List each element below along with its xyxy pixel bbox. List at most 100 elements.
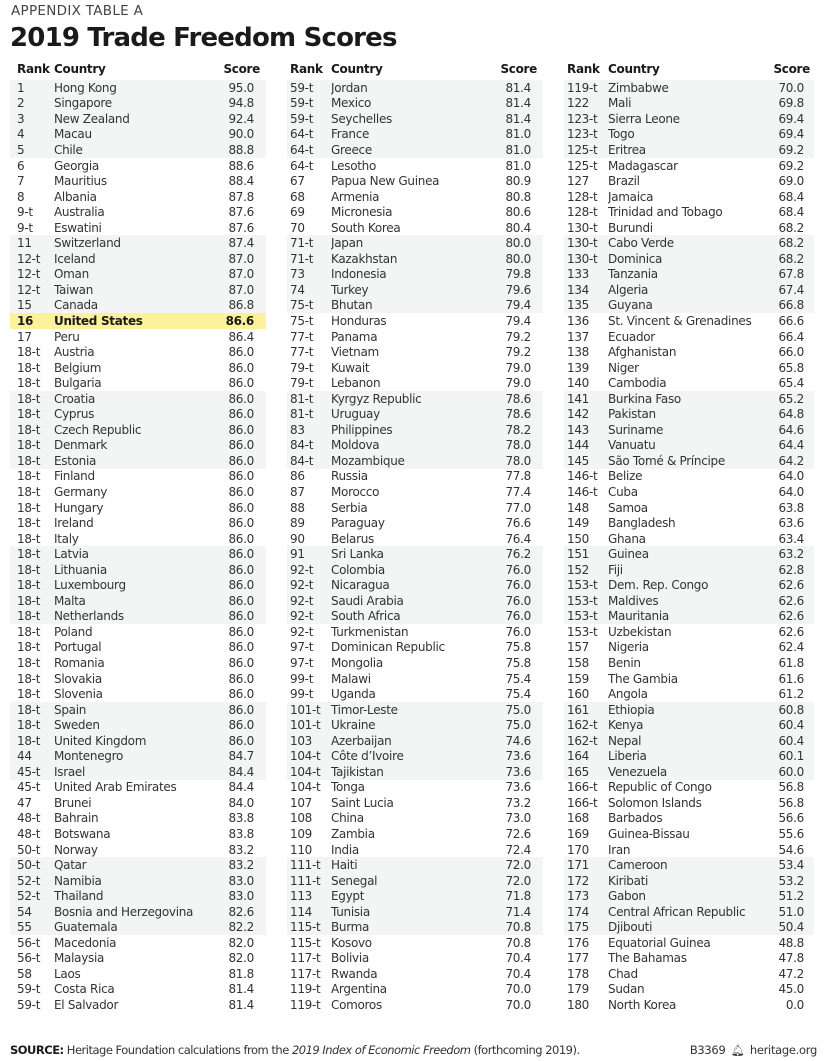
score-cell: 83.8 — [228, 811, 254, 826]
country-cell: Trinidad and Tobago — [608, 205, 723, 220]
table-row: 151 Guinea 63.2 — [564, 546, 814, 562]
table-row: 47 Brunei 84.0 — [10, 795, 266, 811]
table-row: 11 Switzerland 87.4 — [10, 235, 266, 252]
country-cell: Argentina — [331, 982, 387, 997]
country-cell: Namibia — [54, 873, 102, 888]
score-cell: 86.0 — [228, 516, 254, 531]
score-cell: 79.2 — [505, 329, 531, 344]
country-cell: Micronesia — [331, 205, 393, 220]
rank-cell: 151 — [567, 547, 590, 562]
country-cell: Montenegro — [54, 749, 124, 764]
rank-cell: 59-t — [17, 982, 41, 997]
table-row: 111-t Haiti 72.0 — [287, 857, 543, 873]
rank-cell: 152 — [567, 562, 590, 577]
rank-cell: 115-t — [290, 920, 321, 935]
rank-cell: 109 — [290, 827, 313, 842]
table-row: 164 Liberia 60.1 — [564, 748, 814, 765]
rank-cell: 64-t — [290, 127, 314, 142]
rank-cell: 18-t — [17, 484, 41, 499]
table-row: 125-t Eritrea 69.2 — [564, 142, 814, 158]
score-cell: 75.4 — [505, 671, 531, 686]
rank-cell: 153-t — [567, 609, 598, 624]
score-cell: 77.0 — [505, 500, 531, 515]
country-cell: Spain — [54, 702, 87, 717]
rank-cell: 99-t — [290, 687, 314, 702]
score-cell: 86.0 — [228, 671, 254, 686]
country-cell: Kenya — [608, 718, 644, 733]
table-row: 81-t Uruguay 78.6 — [287, 406, 543, 423]
country-cell: Zimbabwe — [608, 80, 669, 95]
table-row: 79-t Kuwait 79.0 — [287, 360, 543, 376]
country-cell: Croatia — [54, 391, 96, 406]
country-cell: Republic of Congo — [608, 780, 712, 795]
country-cell: Mauritania — [608, 609, 669, 624]
rank-cell: 8 — [17, 189, 25, 204]
score-cell: 68.2 — [778, 236, 804, 251]
table-row: 12-t Iceland 87.0 — [10, 251, 266, 267]
country-cell: Albania — [54, 189, 97, 204]
rank-cell: 170 — [567, 842, 590, 857]
score-cell: 68.2 — [778, 220, 804, 235]
table-row: 44 Montenegro 84.7 — [10, 748, 266, 765]
country-cell: Bhutan — [331, 298, 373, 313]
score-cell: 65.2 — [778, 391, 804, 406]
country-cell: Ukraine — [331, 718, 376, 733]
score-cell: 82.6 — [228, 904, 254, 919]
table-row: 99-t Malawi 75.4 — [287, 671, 543, 687]
country-cell: Japan — [331, 236, 363, 251]
score-cell: 86.0 — [228, 656, 254, 670]
country-cell: Sudan — [608, 982, 645, 997]
score-cell: 72.0 — [505, 873, 531, 888]
rank-cell: 128-t — [567, 189, 598, 204]
country-cell: Tajikistan — [331, 764, 384, 779]
country-cell: Vietnam — [331, 345, 379, 360]
country-cell: Belgium — [54, 360, 102, 375]
country-cell: Hong Kong — [54, 80, 117, 95]
country-cell: Egypt — [331, 889, 365, 904]
country-cell: Tanzania — [608, 267, 658, 282]
rank-cell: 180 — [567, 998, 590, 1013]
table-row: 18-t Slovenia 86.0 — [10, 686, 266, 702]
table-row: 176 Equatorial Guinea 48.8 — [564, 935, 814, 951]
site-link[interactable]: heritage.org — [750, 1043, 817, 1057]
rank-cell: 75-t — [290, 298, 314, 313]
country-cell: Dominica — [608, 251, 663, 266]
country-cell: Haiti — [331, 858, 358, 873]
table-row: 18-t Malta 86.0 — [10, 593, 266, 609]
score-cell: 75.0 — [505, 718, 531, 733]
rank-cell: 165 — [567, 764, 590, 779]
rank-cell: 161 — [567, 702, 590, 717]
country-cell: Laos — [54, 966, 81, 981]
rank-cell: 146-t — [567, 469, 598, 484]
score-cell: 74.6 — [505, 733, 531, 748]
country-cell: Guatemala — [54, 920, 118, 935]
country-cell: Zambia — [331, 827, 375, 842]
score-cell: 76.0 — [505, 562, 531, 577]
table-row: 3 New Zealand 92.4 — [10, 111, 266, 127]
score-cell: 76.2 — [505, 547, 531, 562]
score-cell: 87.8 — [228, 189, 254, 204]
rank-cell: 47 — [17, 795, 32, 810]
country-cell: Central African Republic — [608, 904, 746, 919]
report-id: B3369 — [689, 1043, 726, 1057]
rank-cell: 50-t — [17, 858, 41, 873]
table-row: 92-t Turkmenistan 76.0 — [287, 624, 543, 640]
rank-cell: 115-t — [290, 935, 321, 950]
country-cell: Latvia — [54, 547, 89, 562]
table-row: 59-t El Salvador 81.4 — [10, 997, 266, 1013]
table-row: 149 Bangladesh 63.6 — [564, 515, 814, 531]
score-cell: 60.1 — [778, 749, 804, 764]
score-cell: 81.0 — [505, 158, 531, 173]
table-row: 18-t Lithuania 86.0 — [10, 561, 266, 578]
rank-cell: 136 — [567, 313, 590, 328]
table-row: 97-t Dominican Republic 75.8 — [287, 640, 543, 656]
table-row: 150 Ghana 63.4 — [564, 531, 814, 547]
score-cell: 45.0 — [778, 982, 804, 997]
table-row: 74 Turkey 79.6 — [287, 282, 543, 298]
table-row: 18-t Denmark 86.0 — [10, 437, 266, 454]
credit: B3369 🔔︎ heritage.org — [690, 1043, 817, 1057]
rank-cell: 97-t — [290, 640, 314, 655]
score-cell: 68.4 — [778, 189, 804, 204]
table-row: 142 Pakistan 64.8 — [564, 406, 814, 423]
score-cell: 53.2 — [778, 873, 804, 888]
